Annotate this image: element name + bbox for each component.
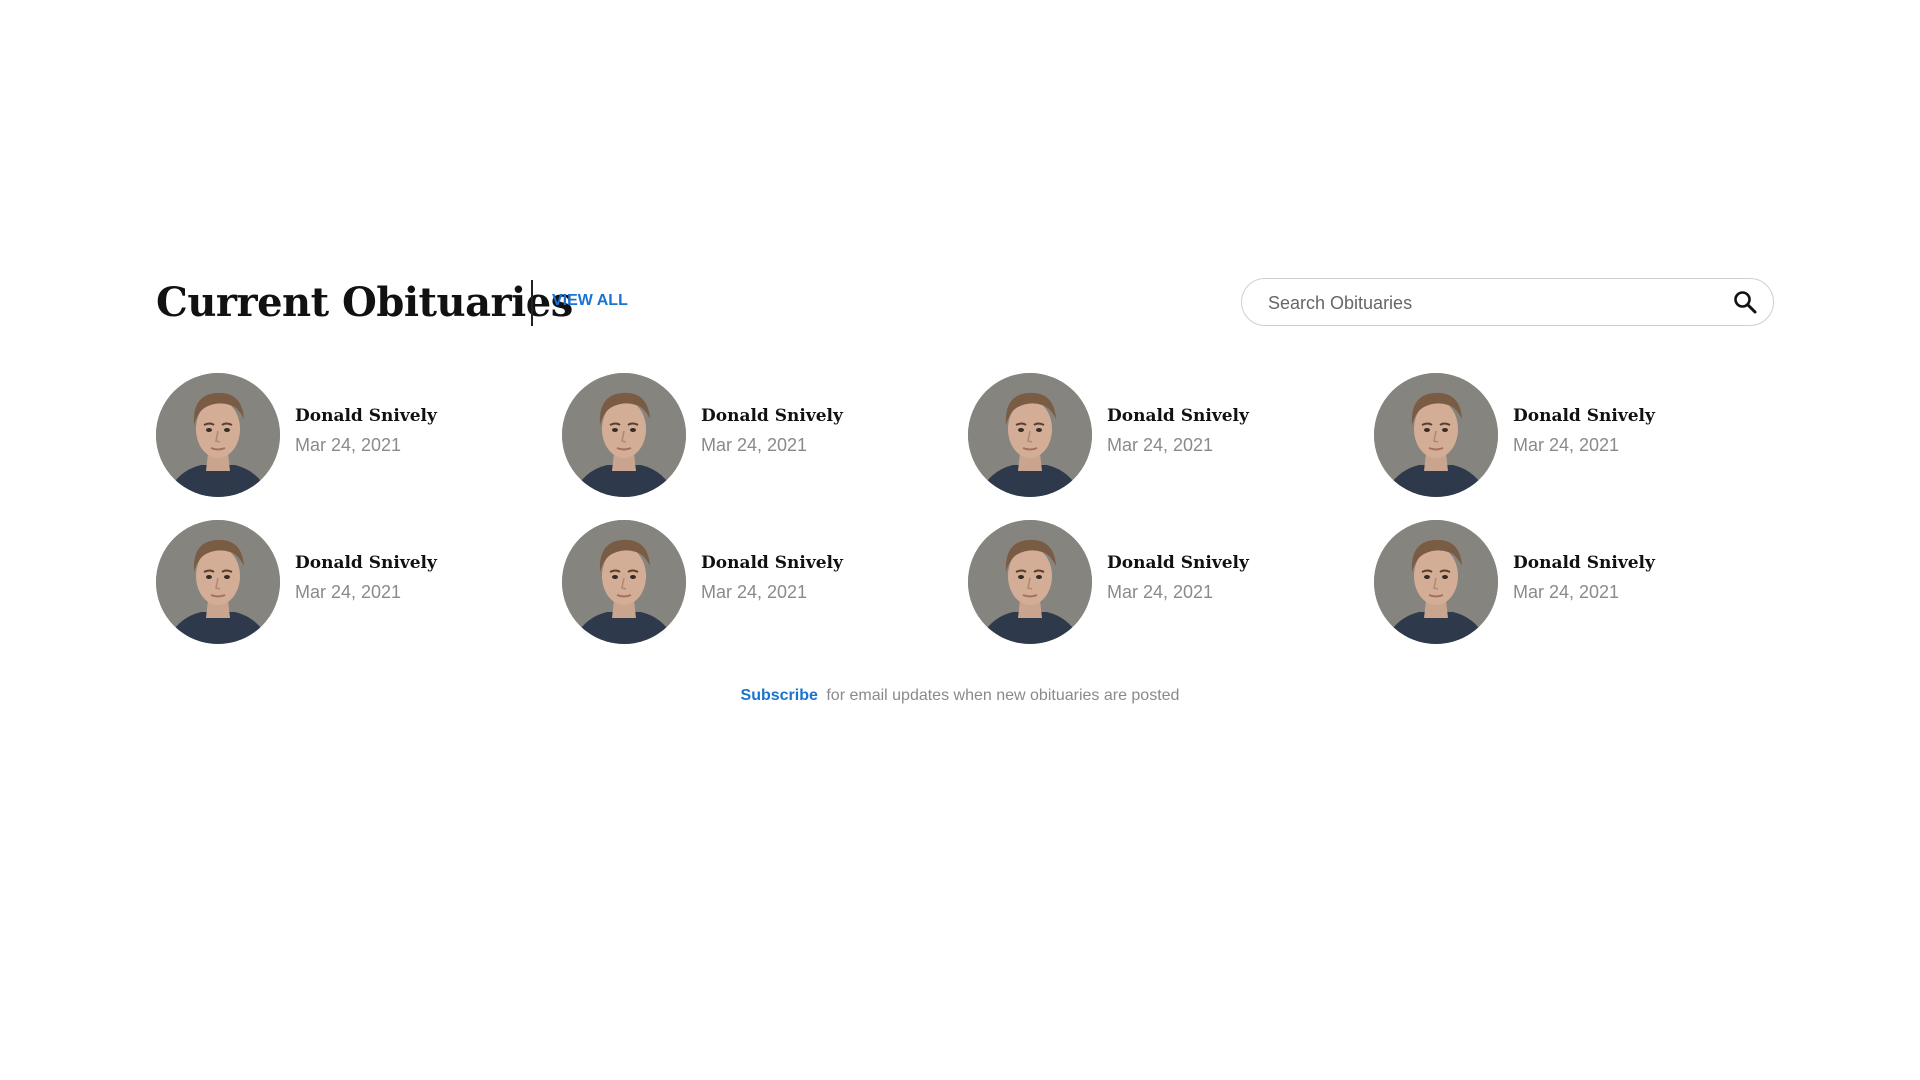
portrait-photo [1374,520,1498,644]
search-bar [1241,278,1774,327]
obituary-date: Mar 24, 2021 [701,435,808,455]
obituary-card[interactable]: Donald Snively Mar 24, 2021 [562,520,952,644]
subscribe-text: for email updates when new obituaries ar… [826,687,1180,704]
obituary-card[interactable]: Donald Snively Mar 24, 2021 [562,373,952,497]
portrait-photo [156,373,280,497]
obituary-card[interactable]: Donald Snively Mar 24, 2021 [156,520,546,644]
portrait-photo [562,520,686,644]
search-input[interactable] [1266,279,1710,327]
search-button[interactable] [1731,288,1759,316]
avatar [1374,520,1498,644]
avatar [968,520,1092,644]
obituary-card[interactable]: Donald Snively Mar 24, 2021 [1374,520,1764,644]
obituary-name[interactable]: Donald Snively [1513,404,1655,428]
avatar [156,373,280,497]
obituary-date: Mar 24, 2021 [295,435,402,455]
subscribe-link[interactable]: Subscribe [741,687,818,704]
portrait-photo [156,520,280,644]
obituary-name[interactable]: Donald Snively [701,551,843,575]
obituary-date: Mar 24, 2021 [701,582,808,602]
search-icon [1734,291,1757,314]
section-header: Current Obituaries VIEW ALL [156,278,1776,328]
obituary-name[interactable]: Donald Snively [1107,551,1249,575]
portrait-photo [968,520,1092,644]
obituary-name[interactable]: Donald Snively [295,404,437,428]
avatar [562,373,686,497]
avatar [968,373,1092,497]
obituary-date: Mar 24, 2021 [1107,582,1214,602]
obituary-name[interactable]: Donald Snively [1107,404,1249,428]
obituary-name[interactable]: Donald Snively [1513,551,1655,575]
avatar [562,520,686,644]
obituary-date: Mar 24, 2021 [1513,435,1620,455]
view-all-link[interactable]: VIEW ALL [552,278,628,324]
obituary-card[interactable]: Donald Snively Mar 24, 2021 [156,373,546,497]
portrait-photo [1374,373,1498,497]
title-divider [531,280,533,326]
obituary-date: Mar 24, 2021 [1107,435,1214,455]
obituary-date: Mar 24, 2021 [1513,582,1620,602]
obituary-card[interactable]: Donald Snively Mar 24, 2021 [968,520,1358,644]
portrait-photo [968,373,1092,497]
obituary-name[interactable]: Donald Snively [295,551,437,575]
portrait-photo [562,373,686,497]
subscribe-row: Subscribe for email updates when new obi… [0,684,1920,708]
obituary-card[interactable]: Donald Snively Mar 24, 2021 [1374,373,1764,497]
obituary-name[interactable]: Donald Snively [701,404,843,428]
obituary-card[interactable]: Donald Snively Mar 24, 2021 [968,373,1358,497]
obituary-date: Mar 24, 2021 [295,582,402,602]
page: Current Obituaries VIEW ALL Search Obitu… [0,0,1920,1080]
avatar [156,520,280,644]
page-title: Current Obituaries [156,279,573,326]
avatar [1374,373,1498,497]
